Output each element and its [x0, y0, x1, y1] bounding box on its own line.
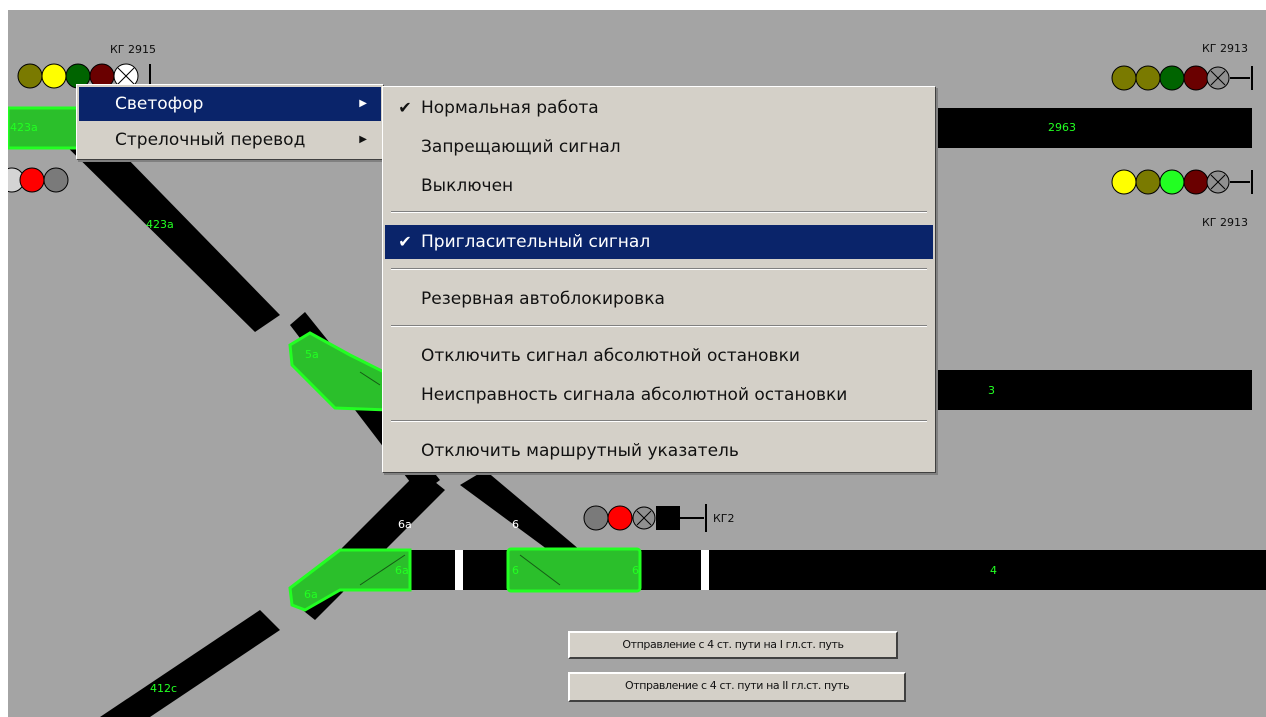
signal-kg2913-bottom[interactable] — [1111, 169, 1253, 195]
menu-item-disable-absolute-stop[interactable]: Отключить сигнал абсолютной остановки — [385, 339, 933, 373]
signal-label: КГ 2913 — [1202, 42, 1248, 55]
track-6-diagonal[interactable] — [460, 470, 580, 555]
menu-separator — [391, 268, 927, 270]
track-label: 6 — [512, 564, 519, 577]
signal-label: КГ 2913 — [1202, 216, 1248, 229]
track-label: 423а — [146, 218, 174, 231]
menu-item-disable-route-indicator[interactable]: Отключить маршрутный указатель — [385, 434, 933, 468]
signal-left-red[interactable] — [8, 167, 69, 193]
track-4[interactable] — [709, 550, 1266, 590]
signal-label: КГ 2915 — [110, 43, 156, 56]
track-label: 3 — [988, 384, 995, 397]
menu-item-label: Пригласительный сигнал — [421, 232, 651, 252]
track-label: 412с — [150, 682, 177, 695]
track-6a-green[interactable] — [288, 548, 412, 612]
menu-item-label: Неисправность сигнала абсолютной останов… — [421, 385, 848, 405]
menu-item-label: Запрещающий сигнал — [421, 137, 621, 157]
menu-item-fault-absolute-stop[interactable]: Неисправность сигнала абсолютной останов… — [385, 378, 933, 412]
menu-item-signal[interactable]: Светофор ▶ — [79, 87, 381, 121]
track-412c[interactable] — [100, 610, 280, 717]
signal-label: КГ2 — [713, 512, 735, 525]
menu-item-normal-operation[interactable]: ✔ Нормальная работа — [385, 91, 933, 125]
menu-item-label: Выключен — [421, 176, 514, 196]
menu-item-label: Отключить маршрутный указатель — [421, 441, 739, 461]
menu-item-invitation-signal[interactable]: ✔ Пригласительный сигнал — [385, 225, 933, 259]
track-label: 6а — [304, 588, 318, 601]
check-icon: ✔ — [398, 232, 412, 251]
track-6-green[interactable] — [506, 547, 642, 593]
signal-kg2[interactable] — [583, 504, 707, 532]
route-button-main-1[interactable]: Отправление с 4 ст. пути на I гл.ст. пут… — [568, 631, 898, 659]
submenu-arrow-icon: ▶ — [359, 98, 367, 109]
track-label: 6а — [395, 564, 409, 577]
signal-submenu: ✔ Нормальная работа Запрещающий сигнал В… — [382, 86, 936, 473]
check-icon: ✔ — [398, 98, 412, 117]
track-label: 423а — [10, 121, 38, 134]
track-2963[interactable] — [930, 108, 1252, 148]
menu-item-label: Стрелочный перевод — [115, 130, 306, 150]
track-label: 6 — [632, 564, 639, 577]
menu-separator — [391, 211, 927, 213]
route-button-main-2[interactable]: Отправление с 4 ст. пути на II гл.ст. пу… — [568, 672, 906, 702]
menu-item-label: Отключить сигнал абсолютной остановки — [421, 346, 800, 366]
track-label: 4 — [990, 564, 997, 577]
track-label: 6 — [512, 518, 519, 531]
track-label: 5а — [305, 348, 319, 361]
menu-item-off[interactable]: Выключен — [385, 169, 933, 203]
menu-item-reserve-autoblock[interactable]: Резервная автоблокировка — [385, 282, 933, 316]
menu-item-label: Светофор — [115, 94, 204, 114]
menu-item-prohibiting-signal[interactable]: Запрещающий сигнал — [385, 130, 933, 164]
menu-separator — [391, 420, 927, 422]
menu-item-label: Нормальная работа — [421, 98, 599, 118]
track-label: 2963 — [1048, 121, 1076, 134]
submenu-arrow-icon: ▶ — [359, 134, 367, 145]
signal-kg2913-top[interactable] — [1111, 65, 1253, 91]
menu-separator — [391, 325, 927, 327]
context-menu: Светофор ▶ Стрелочный перевод ▶ — [76, 84, 384, 160]
menu-item-switch[interactable]: Стрелочный перевод ▶ — [79, 123, 381, 157]
menu-item-label: Резервная автоблокировка — [421, 289, 665, 309]
track-label: 6а — [398, 518, 412, 531]
track-3[interactable] — [930, 370, 1252, 410]
track-5a-green[interactable] — [288, 331, 392, 412]
